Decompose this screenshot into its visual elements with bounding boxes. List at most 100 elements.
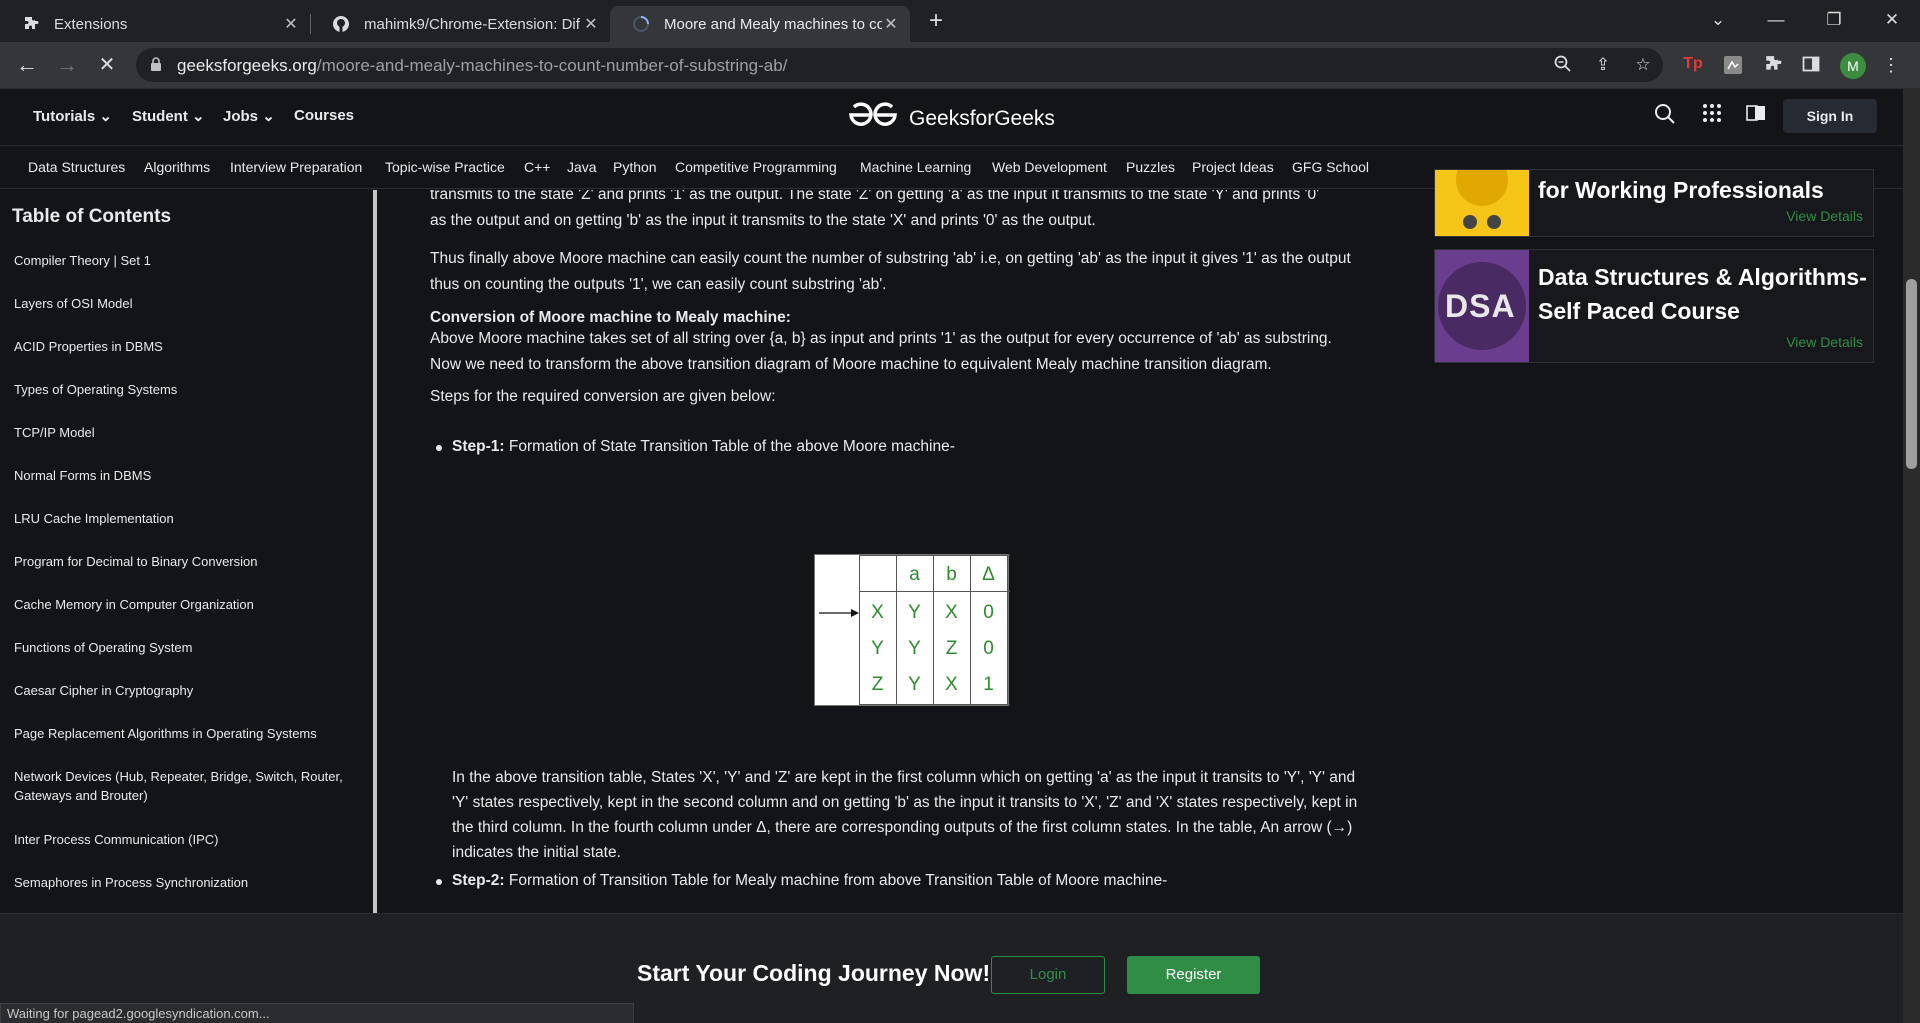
tab-moore-mealy[interactable]: Moore and Mealy machines to co ✕ bbox=[610, 6, 910, 42]
github-icon bbox=[332, 15, 350, 33]
zoom-icon[interactable] bbox=[1552, 55, 1574, 77]
subnav-machine-learning[interactable]: Machine Learning bbox=[860, 159, 971, 175]
article-body: transmits to the state 'Z' and prints '1… bbox=[378, 190, 1408, 917]
scrollbar-thumb[interactable] bbox=[1906, 279, 1917, 469]
table-cell: Z bbox=[871, 674, 884, 695]
register-button[interactable]: Register bbox=[1127, 956, 1260, 994]
table-of-contents: Table of Contents Compiler Theory | Set … bbox=[0, 190, 375, 917]
menu-tutorials[interactable]: Tutorials ⌄ bbox=[33, 107, 112, 125]
stop-loading-button[interactable]: ✕ bbox=[92, 50, 122, 80]
toc-item[interactable]: ACID Properties in DBMS bbox=[14, 337, 354, 356]
table-cell: X bbox=[945, 602, 958, 623]
forward-button[interactable]: → bbox=[52, 50, 82, 80]
bookmark-star-icon[interactable]: ☆ bbox=[1632, 55, 1654, 77]
toc-item[interactable]: Program for Decimal to Binary Conversion bbox=[14, 552, 354, 571]
table-cell: 0 bbox=[983, 602, 994, 623]
address-bar[interactable]: geeksforgeeks.org/moore-and-mealy-machin… bbox=[136, 48, 1663, 82]
extension-pdf-icon[interactable] bbox=[1722, 55, 1744, 77]
close-icon[interactable]: ✕ bbox=[882, 14, 900, 34]
avatar[interactable]: M bbox=[1840, 53, 1866, 79]
cta-text: Start Your Coding Journey Now! bbox=[637, 960, 991, 986]
subnav-algorithms[interactable]: Algorithms bbox=[144, 159, 210, 175]
tab-title: Moore and Mealy machines to co bbox=[664, 15, 882, 33]
search-icon[interactable] bbox=[1651, 103, 1679, 131]
tab-title: Extensions bbox=[54, 15, 128, 33]
site-logo[interactable]: GeeksforGeeks bbox=[847, 101, 1055, 136]
subnav-interview-preparation[interactable]: Interview Preparation bbox=[230, 159, 362, 175]
apps-grid-icon[interactable] bbox=[1698, 103, 1726, 131]
subnav-puzzles[interactable]: Puzzles bbox=[1126, 159, 1175, 175]
course-card[interactable]: for Working Professionals View Details bbox=[1434, 169, 1874, 237]
toc-scrollbar[interactable] bbox=[373, 190, 377, 917]
toc-item[interactable]: Network Devices (Hub, Repeater, Bridge, … bbox=[14, 767, 354, 805]
toc-item[interactable]: Semaphores in Process Synchronization bbox=[14, 873, 354, 892]
tab-title: mahimk9/Chrome-Extension: Dif bbox=[364, 15, 580, 33]
extension-tp-icon[interactable]: Tp bbox=[1682, 55, 1704, 77]
paragraph: Thus finally above Moore machine can eas… bbox=[430, 250, 1351, 293]
login-button[interactable]: Login bbox=[991, 956, 1105, 994]
toc-item[interactable]: Types of Operating Systems bbox=[14, 380, 354, 399]
toc-item[interactable]: Cache Memory in Computer Organization bbox=[14, 595, 354, 614]
toc-item[interactable]: Functions of Operating System bbox=[14, 638, 354, 657]
subnav-topic-wise-practice[interactable]: Topic-wise Practice bbox=[385, 159, 505, 175]
tab-search-chevron-icon[interactable]: ⌄ bbox=[1690, 0, 1746, 40]
toc-item[interactable]: Layers of OSI Model bbox=[14, 294, 354, 313]
minimize-button[interactable]: — bbox=[1748, 0, 1804, 40]
table-cell: 0 bbox=[983, 638, 994, 659]
toc-item[interactable]: Inter Process Communication (IPC) bbox=[14, 830, 354, 849]
page-scrollbar[interactable] bbox=[1903, 89, 1920, 1023]
lock-icon[interactable] bbox=[150, 57, 162, 77]
toc-title: Table of Contents bbox=[12, 206, 172, 227]
close-icon[interactable]: ✕ bbox=[582, 14, 600, 34]
share-icon[interactable]: ⇪ bbox=[1592, 55, 1614, 77]
subnav-gfg-school[interactable]: GFG School bbox=[1292, 159, 1369, 175]
tab-extensions[interactable]: Extensions ✕ bbox=[0, 6, 310, 42]
subnav-python[interactable]: Python bbox=[613, 159, 657, 175]
toc-item[interactable]: TCP/IP Model bbox=[14, 423, 354, 442]
close-window-button[interactable]: ✕ bbox=[1864, 0, 1920, 40]
toc-item[interactable]: Caesar Cipher in Cryptography bbox=[14, 681, 354, 700]
restore-button[interactable]: ❐ bbox=[1806, 0, 1862, 40]
toc-item[interactable]: Page Replacement Algorithms in Operating… bbox=[14, 724, 354, 743]
table-cell: Y bbox=[908, 674, 921, 695]
table-cell: Z bbox=[945, 638, 958, 659]
table-cell: X bbox=[871, 602, 884, 623]
subnav-competitive-programming[interactable]: Competitive Programming bbox=[675, 159, 837, 175]
toc-item[interactable]: LRU Cache Implementation bbox=[14, 509, 354, 528]
menu-jobs[interactable]: Jobs ⌄ bbox=[223, 107, 275, 125]
menu-courses[interactable]: Courses bbox=[294, 107, 354, 124]
sign-in-button[interactable]: Sign In bbox=[1783, 99, 1877, 133]
logo-text: GeeksforGeeks bbox=[909, 106, 1055, 130]
new-tab-button[interactable]: + bbox=[922, 6, 950, 36]
side-panel-icon[interactable] bbox=[1800, 55, 1822, 77]
toc-item[interactable]: Compiler Theory | Set 1 bbox=[14, 251, 354, 270]
page-content: Tutorials ⌄ Student ⌄ Jobs ⌄ Courses Gee… bbox=[0, 89, 1903, 1023]
bullet bbox=[436, 879, 442, 885]
extensions-puzzle-icon[interactable] bbox=[1762, 55, 1784, 77]
toc-item[interactable]: Normal Forms in DBMS bbox=[14, 466, 354, 485]
more-menu-icon[interactable]: ⋮ bbox=[1880, 55, 1902, 77]
status-bar: Waiting for pagead2.googlesyndication.co… bbox=[0, 1003, 634, 1023]
subnav-project-ideas[interactable]: Project Ideas bbox=[1192, 159, 1274, 175]
table-cell: 1 bbox=[983, 674, 994, 695]
state-transition-table: a b Δ X Y X 0 Y Y Z 0 Z Y X 1 bbox=[814, 554, 1010, 706]
paragraph: transmits to the state 'Z' and prints '1… bbox=[430, 190, 1320, 229]
theme-toggle-icon[interactable] bbox=[1742, 103, 1770, 131]
close-icon[interactable]: ✕ bbox=[282, 14, 300, 34]
toolbar: ← → ✕ geeksforgeeks.org/moore-and-mealy-… bbox=[0, 42, 1920, 89]
subnav-java[interactable]: Java bbox=[567, 159, 597, 175]
table-cell: X bbox=[945, 674, 958, 695]
puzzle-icon bbox=[22, 15, 40, 33]
back-button[interactable]: ← bbox=[12, 50, 42, 80]
step-2: Step-2: Formation of Transition Table fo… bbox=[452, 872, 1168, 889]
view-details-link[interactable]: View Details bbox=[1786, 334, 1863, 350]
subnav-web-development[interactable]: Web Development bbox=[992, 159, 1107, 175]
view-details-link[interactable]: View Details bbox=[1786, 208, 1863, 224]
subnav-data-structures[interactable]: Data Structures bbox=[28, 159, 125, 175]
chevron-down-icon: ⌄ bbox=[99, 108, 112, 125]
tab-github[interactable]: mahimk9/Chrome-Extension: Dif ✕ bbox=[310, 6, 610, 42]
course-card[interactable]: DSA Data Structures & Algorithms- Self P… bbox=[1434, 249, 1874, 363]
subnav-cpp[interactable]: C++ bbox=[524, 159, 550, 175]
table-header-b: b bbox=[946, 564, 957, 585]
menu-student[interactable]: Student ⌄ bbox=[132, 107, 205, 125]
